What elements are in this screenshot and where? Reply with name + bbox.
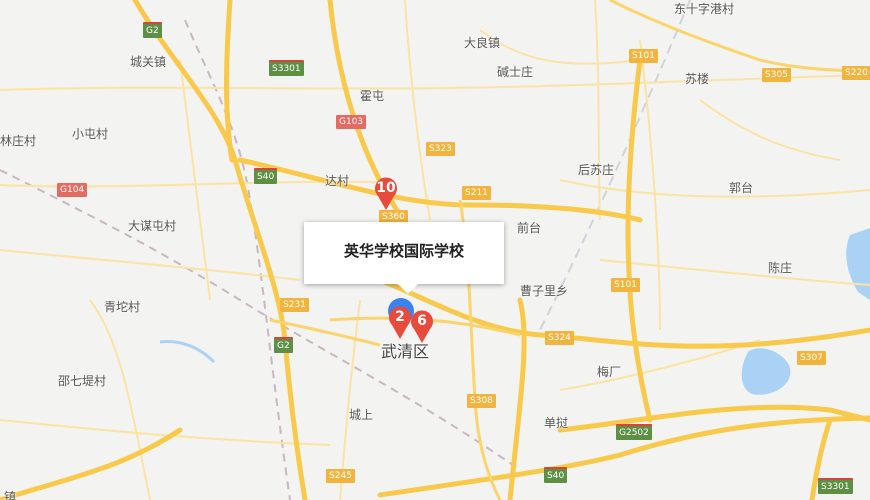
place-chengguanzhen: 城关镇 — [130, 55, 167, 69]
route-shield-s308: S308 — [467, 394, 496, 408]
route-shield-g2-mid: G2 — [274, 337, 293, 353]
lake-water-east — [846, 228, 870, 300]
route-shield-s3301-bottom: S3301 — [818, 478, 853, 494]
lake-water — [741, 348, 791, 395]
info-window-title: 英华学校国际学校 — [343, 242, 464, 260]
route-shield-g103: G103 — [336, 115, 367, 129]
route-shield-s305: S305 — [762, 68, 791, 82]
place-guotai: 郭台 — [729, 181, 754, 195]
place-danji: 单挝 — [544, 416, 569, 430]
canal-water — [159, 340, 216, 364]
route-shield-s231: S231 — [280, 298, 309, 312]
place-qiantai: 前台 — [517, 221, 542, 235]
place-qingtuocun: 青坨村 — [104, 300, 141, 314]
route-shield-s324: S324 — [545, 331, 574, 345]
map-marker-6-label: 6 — [417, 313, 427, 329]
map-marker-2[interactable]: 2 — [388, 306, 412, 340]
map-marker-2-label: 2 — [395, 309, 405, 325]
map-canvas[interactable]: 东十字港村 大良镇 城关镇 碱士庄 苏楼 霍屯 小屯村 林庄村 后苏庄 达村 郭… — [0, 0, 870, 500]
place-zhen: 镇 — [4, 490, 17, 500]
map-marker-10-label: 10 — [376, 180, 396, 196]
place-dongshizigangcun: 东十字港村 — [674, 2, 735, 16]
place-meichang: 梅厂 — [597, 365, 622, 379]
place-huotun: 霍屯 — [360, 89, 385, 103]
place-dacun: 达村 — [325, 174, 350, 188]
route-shield-s3301-top: S3301 — [269, 60, 304, 76]
info-window[interactable]: 英华学校国际学校 — [304, 222, 504, 294]
route-shield-s220: S220 — [842, 66, 870, 80]
route-shield-s211: S211 — [462, 186, 491, 200]
place-houzhuang: 后苏庄 — [578, 163, 615, 177]
route-shield-s40-top: S40 — [254, 168, 278, 184]
route-shield-s323: S323 — [426, 142, 455, 156]
place-jianshizhuang: 碱士庄 — [497, 65, 534, 79]
route-shield-s101-top: S101 — [629, 49, 658, 63]
place-damoutuncun: 大谋屯村 — [128, 219, 177, 233]
place-chenzhuang: 陈庄 — [768, 261, 793, 275]
info-window-pointer — [398, 284, 418, 294]
place-linzhuangcun: 林庄村 — [0, 134, 37, 148]
route-shield-g2-top: G2 — [143, 22, 162, 38]
route-shield-s40-bottom: S40 — [544, 467, 568, 483]
route-shield-g104: G104 — [57, 183, 88, 197]
place-xiaotuncun: 小屯村 — [72, 127, 109, 141]
road-s40 — [0, 427, 183, 500]
place-chengshang: 城上 — [349, 408, 374, 422]
place-sulou: 苏楼 — [685, 72, 710, 86]
map-marker-6[interactable]: 6 — [410, 310, 434, 344]
map-marker-10[interactable]: 10 — [374, 177, 398, 211]
route-shield-s101-mid: S101 — [611, 278, 640, 292]
place-caozilixiang: 曹子里乡 — [520, 284, 569, 298]
place-shaoqidicun: 邵七堤村 — [58, 374, 107, 388]
route-shield-g2502: G2502 — [616, 424, 652, 440]
route-shield-s245: S245 — [326, 469, 355, 483]
place-daliangzhen: 大良镇 — [464, 36, 501, 50]
road-s3301 — [224, 0, 235, 163]
road-s101 — [625, 57, 653, 423]
route-shield-s307: S307 — [797, 351, 826, 365]
